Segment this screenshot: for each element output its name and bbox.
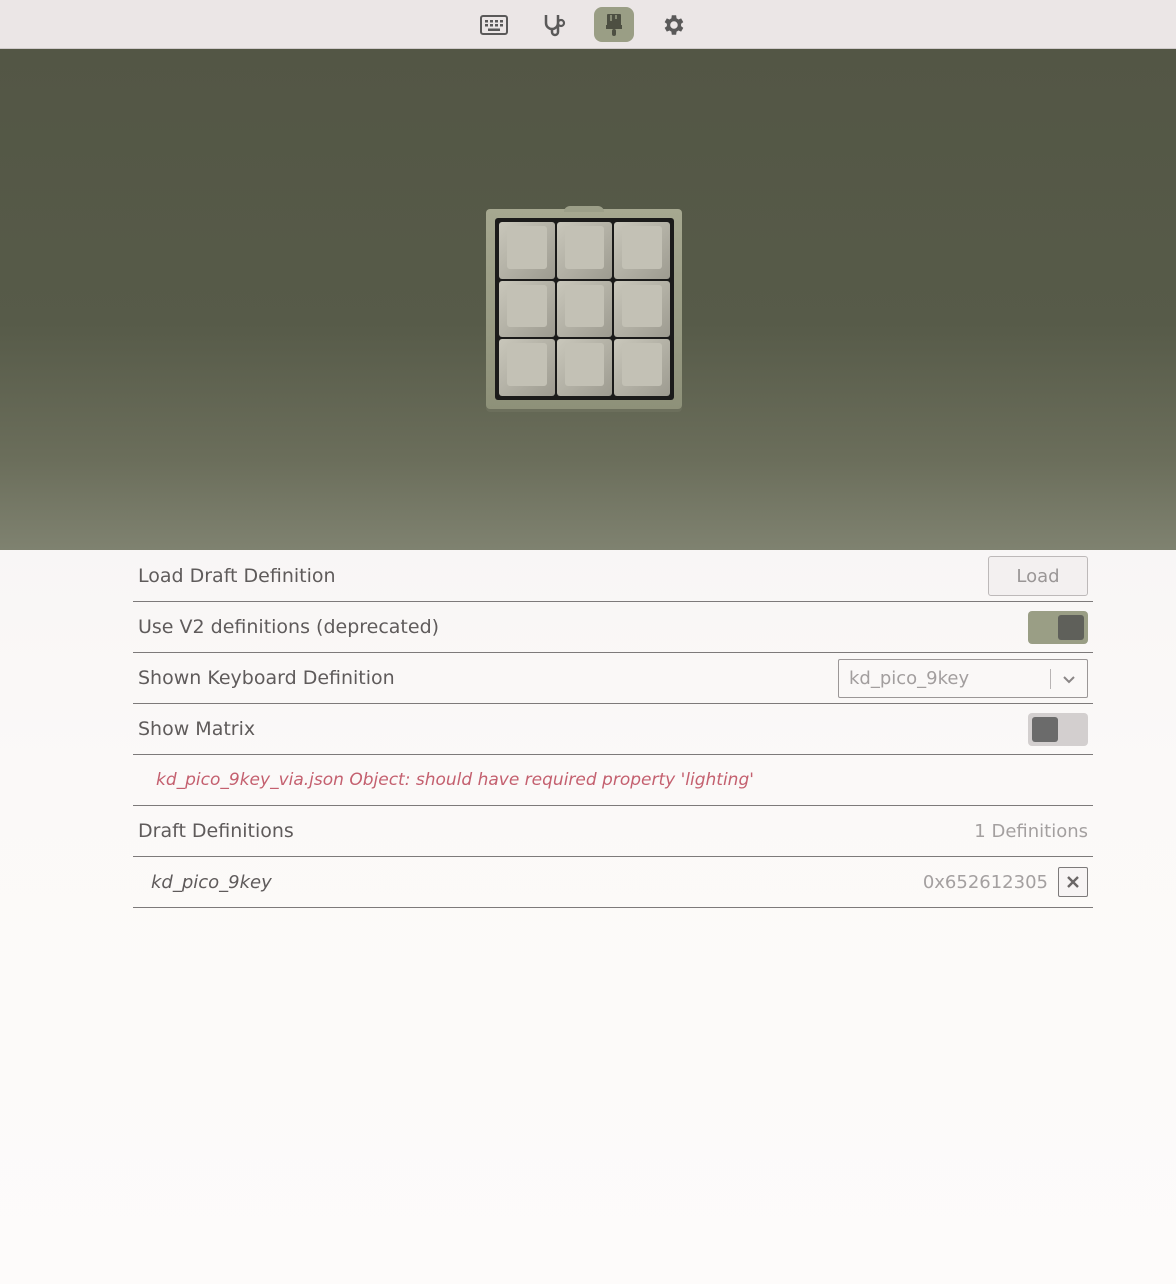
- remove-draft-button[interactable]: [1058, 867, 1088, 897]
- keycap[interactable]: [556, 339, 613, 396]
- chevron-down-icon[interactable]: [1061, 671, 1077, 692]
- stethoscope-icon[interactable]: [534, 7, 574, 42]
- keycap[interactable]: [499, 280, 555, 338]
- keyboard-bump: [564, 206, 604, 212]
- draft-actions: 0x652612305: [923, 867, 1088, 897]
- keycap[interactable]: [614, 222, 670, 279]
- gear-icon[interactable]: [653, 7, 693, 42]
- keyboard-preview: [0, 49, 1176, 550]
- shown-definition-row: Shown Keyboard Definition kd_pico_9key: [133, 653, 1093, 704]
- keycap[interactable]: [499, 222, 555, 279]
- error-row: kd_pico_9key_via.json Object: should hav…: [133, 755, 1093, 806]
- close-icon: [1067, 876, 1079, 888]
- toggle-knob: [1058, 614, 1084, 640]
- definitions-count: 1 Definitions: [974, 820, 1088, 842]
- shown-definition-label: Shown Keyboard Definition: [138, 667, 395, 689]
- draft-definitions-label: Draft Definitions: [138, 820, 294, 842]
- validation-error-message: kd_pico_9key_via.json Object: should hav…: [156, 770, 754, 790]
- select-separator: [1050, 668, 1051, 689]
- show-matrix-toggle[interactable]: [1028, 712, 1088, 746]
- definition-select-value: kd_pico_9key: [849, 667, 970, 689]
- toggle-knob: [1032, 716, 1058, 742]
- use-v2-label: Use V2 definitions (deprecated): [138, 616, 440, 638]
- keycap[interactable]: [499, 339, 555, 396]
- use-v2-row: Use V2 definitions (deprecated): [133, 602, 1093, 653]
- top-nav: [0, 0, 1176, 49]
- load-draft-label: Load Draft Definition: [138, 565, 336, 587]
- load-button[interactable]: Load: [988, 556, 1088, 596]
- draft-name: kd_pico_9key: [151, 871, 272, 893]
- load-draft-row: Load Draft Definition Load: [133, 551, 1093, 602]
- keyboard-plate: [495, 218, 674, 400]
- draft-list-item: kd_pico_9key 0x652612305: [133, 857, 1093, 908]
- definition-select[interactable]: kd_pico_9key: [838, 658, 1088, 698]
- brush-icon[interactable]: [594, 7, 634, 42]
- draft-vendor-product-id: 0x652612305: [922, 871, 1048, 893]
- keycap[interactable]: [556, 280, 613, 338]
- show-matrix-label: Show Matrix: [138, 718, 256, 740]
- design-settings-panel: Load Draft Definition Load Use V2 defini…: [133, 551, 1093, 908]
- draft-definitions-row: Draft Definitions 1 Definitions: [133, 806, 1093, 857]
- keyboard-case: [486, 206, 682, 409]
- keycap[interactable]: [614, 280, 670, 338]
- keycap[interactable]: [614, 339, 670, 396]
- use-v2-toggle[interactable]: [1028, 610, 1088, 644]
- keyboard-icon[interactable]: [474, 7, 514, 42]
- keycap[interactable]: [556, 222, 613, 279]
- show-matrix-row: Show Matrix: [133, 704, 1093, 755]
